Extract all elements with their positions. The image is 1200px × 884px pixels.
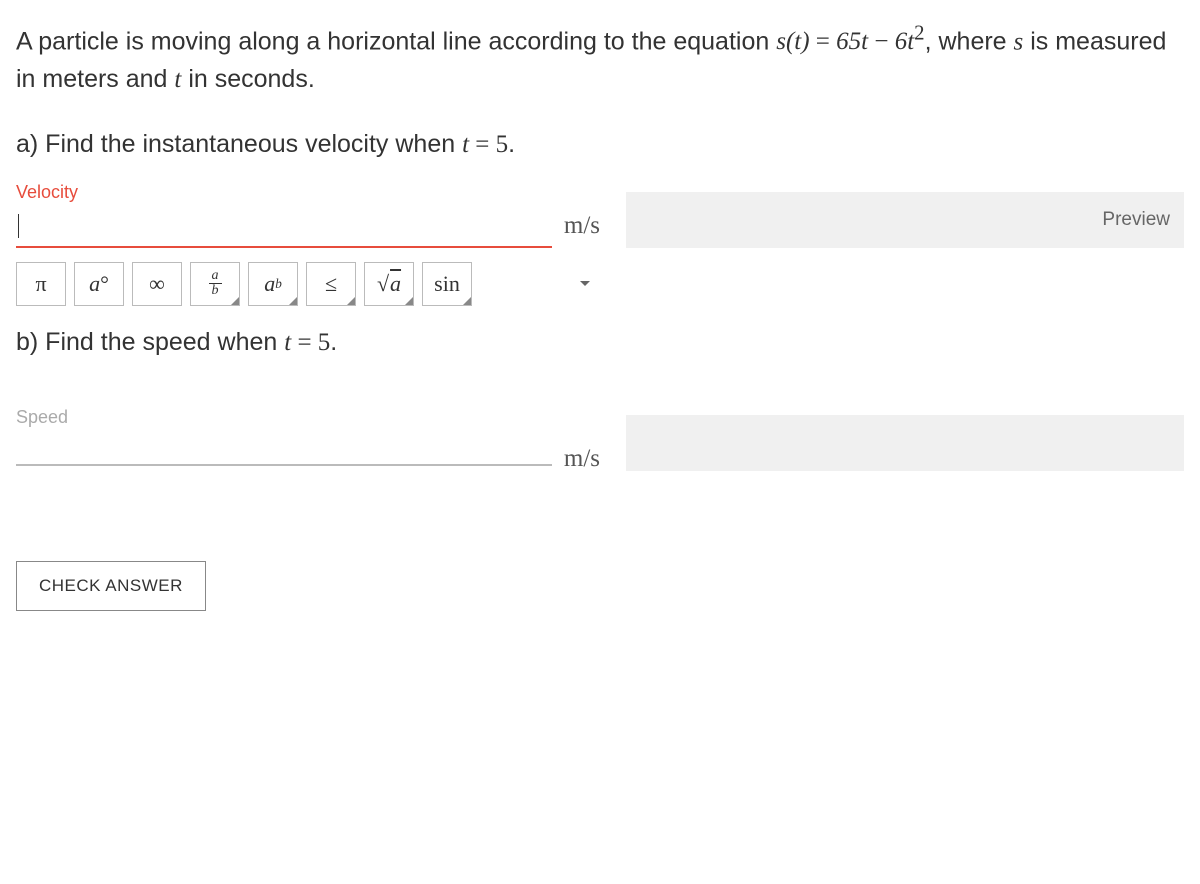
problem-suffix-3: in seconds.	[181, 65, 314, 93]
sqrt-button[interactable]: √a	[364, 262, 414, 306]
velocity-input[interactable]	[16, 207, 552, 248]
velocity-unit: m/s	[564, 212, 600, 240]
speed-input-block: Speed m/s	[16, 407, 600, 473]
check-answer-button[interactable]: CHECK ANSWER	[16, 561, 206, 611]
problem-statement: A particle is moving along a horizontal …	[16, 18, 1184, 98]
problem-var-s: s	[1014, 28, 1024, 55]
math-toolbar: π a° ∞ ab ab ≤ √a sin	[16, 262, 600, 306]
fraction-button[interactable]: ab	[190, 262, 240, 306]
pi-button[interactable]: π	[16, 262, 66, 306]
velocity-input-block: Velocity m/s	[16, 182, 600, 248]
sin-button[interactable]: sin	[422, 262, 472, 306]
leq-button[interactable]: ≤	[306, 262, 356, 306]
speed-preview	[626, 415, 1184, 471]
part-a-label: a) Find the instantaneous velocity when …	[16, 126, 1184, 164]
problem-prefix: A particle is moving along a horizontal …	[16, 27, 776, 55]
velocity-field-label: Velocity	[16, 182, 600, 203]
problem-equation: s(t) = 65t − 6t2	[776, 28, 924, 55]
speed-unit: m/s	[564, 445, 600, 473]
degree-button[interactable]: a°	[74, 262, 124, 306]
part-b-label: b) Find the speed when t = 5.	[16, 324, 1184, 362]
infinity-button[interactable]: ∞	[132, 262, 182, 306]
velocity-row: Velocity m/s Preview	[16, 182, 1184, 248]
problem-suffix-1: , where	[925, 27, 1014, 55]
power-button[interactable]: ab	[248, 262, 298, 306]
velocity-preview: Preview	[626, 192, 1184, 248]
speed-field-label: Speed	[16, 407, 600, 428]
toolbar-more-dropdown[interactable]	[570, 280, 600, 288]
speed-input[interactable]	[16, 432, 552, 466]
speed-row: Speed m/s	[16, 407, 1184, 473]
